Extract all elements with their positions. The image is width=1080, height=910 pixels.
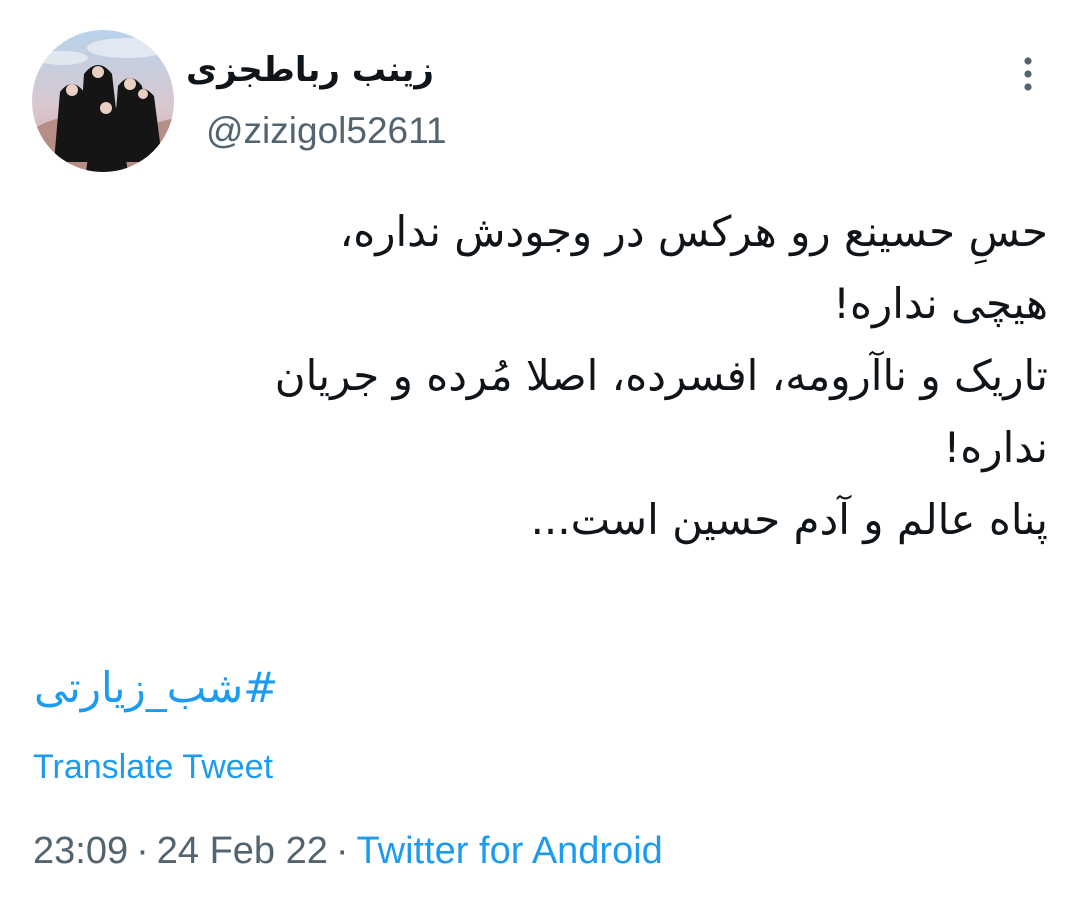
- tweet-time[interactable]: 23:09: [33, 830, 128, 872]
- author-display-name[interactable]: زینب رباطجزی: [186, 50, 434, 90]
- tweet-text-line: نداره!: [943, 423, 1048, 472]
- avatar[interactable]: [32, 30, 174, 172]
- tweet-text-line: تاریک و ناآرومه، افسرده، اصلا مُرده و جر…: [274, 351, 1048, 400]
- meta-separator: ·: [335, 830, 349, 872]
- author-username[interactable]: @zizigol52611: [206, 110, 447, 152]
- meta-separator: ·: [136, 830, 149, 872]
- tweet-text-line: حسِ حسینع رو هرکس در وجودش نداره،: [339, 207, 1048, 256]
- tweet-metadata: 23:09 · 24 Feb 22 · Twitter for Android: [33, 830, 663, 873]
- tweet-source-link[interactable]: Twitter for Android: [357, 830, 663, 872]
- tweet-text: حسِ حسینع رو هرکس در وجودش نداره، هیچی ن…: [48, 196, 1048, 556]
- tweet-text-line: پناه عالم و آدم حسین است...: [530, 495, 1048, 544]
- hashtag-link[interactable]: #شب_زیارتی: [34, 652, 278, 724]
- tweet-date[interactable]: 24 Feb 22: [157, 830, 328, 872]
- avatar-image: [32, 30, 174, 172]
- tweet-text-line: هیچی نداره!: [833, 279, 1048, 328]
- more-vertical-icon[interactable]: [1008, 54, 1048, 94]
- translate-tweet-button[interactable]: Translate Tweet: [33, 748, 273, 787]
